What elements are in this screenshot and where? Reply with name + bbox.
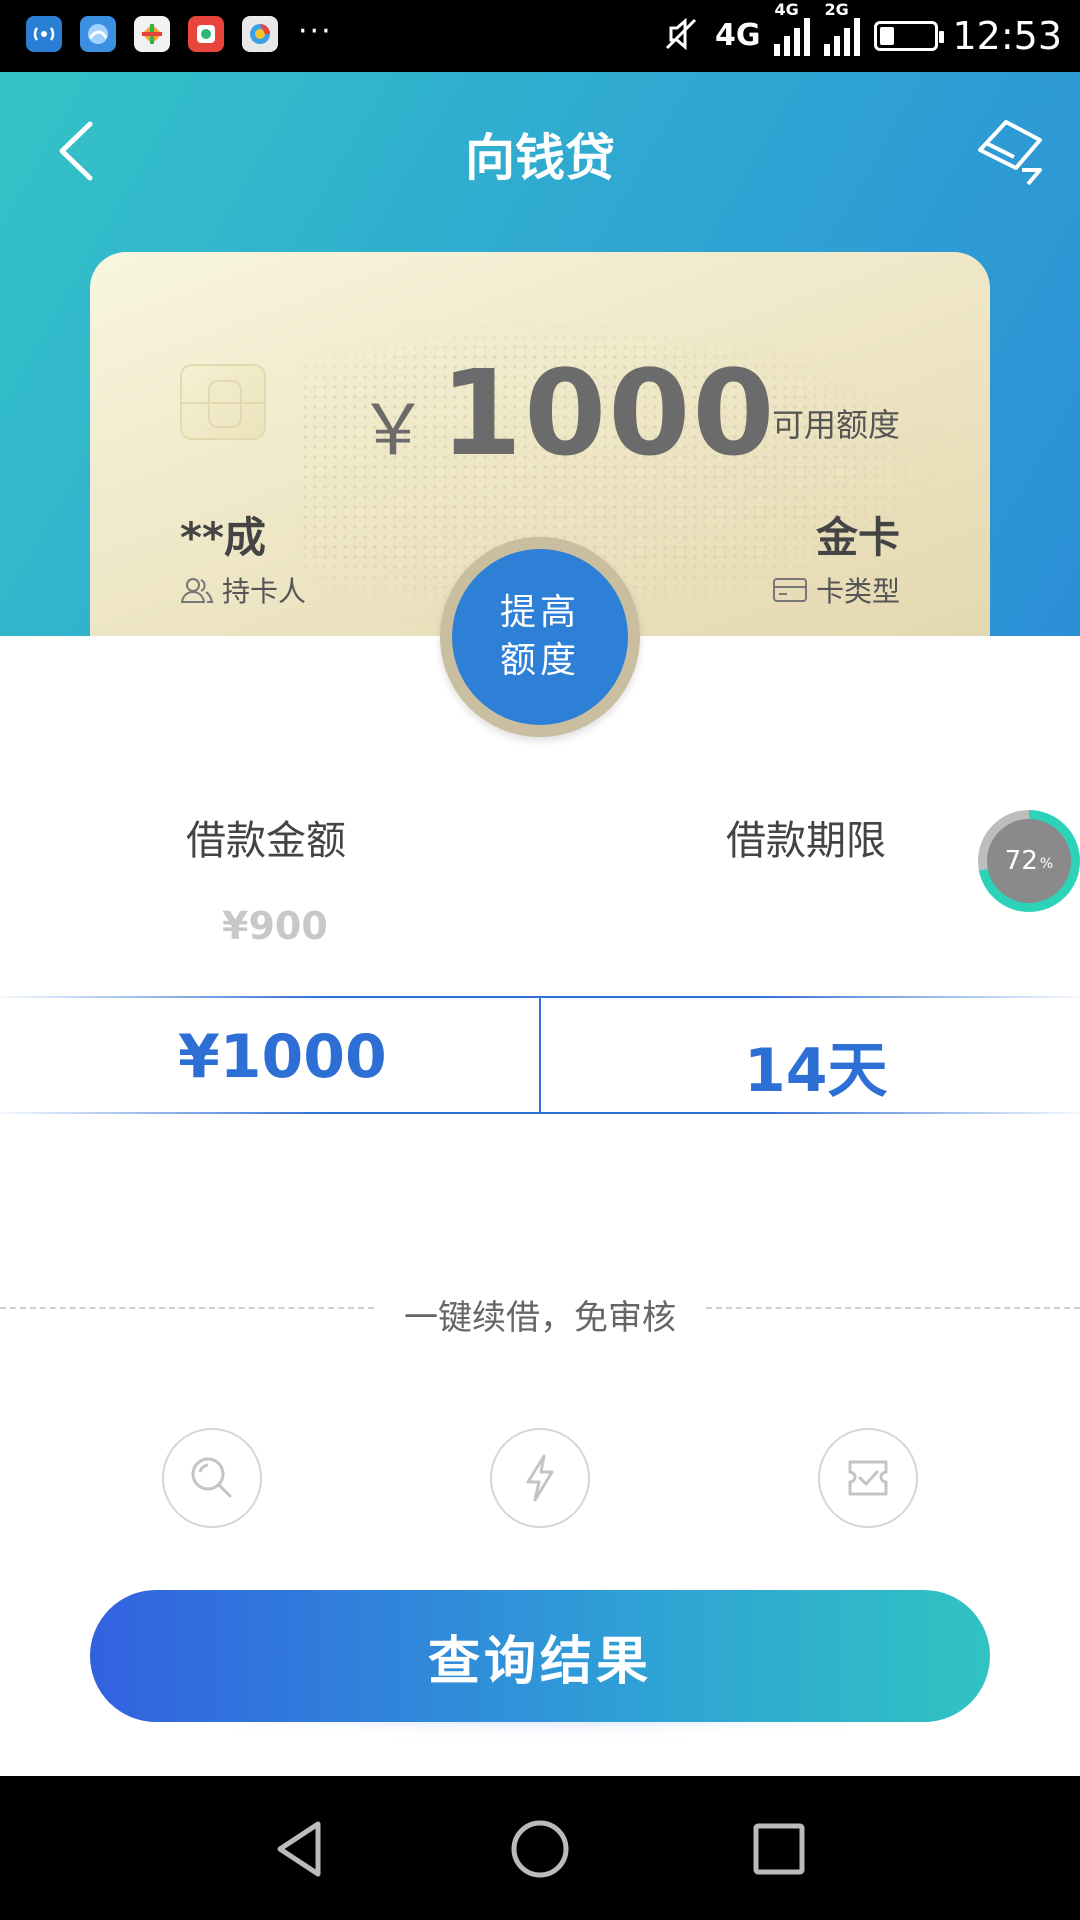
progress-unit: % [1039,856,1054,872]
lightning-icon [526,1454,554,1502]
signal-bars-icon [824,16,861,56]
clock: 12:53 [952,14,1062,58]
security-app-icon [242,16,278,52]
home-circle-icon [511,1820,569,1878]
triangle-back-icon [277,1821,321,1877]
feature-fast [490,1428,590,1528]
video-app-icon [188,16,224,52]
loan-term-picker[interactable]: 14天 [744,1022,888,1109]
loan-amount-title: 借款金额 [186,818,346,864]
picker-divider [539,998,541,1112]
amount-value: 1000 [440,344,777,482]
card-type-label: 卡类型 [815,575,900,608]
nav-recents-button[interactable] [744,1814,814,1884]
card-type-icon [772,578,807,602]
renew-text: 一键续借，免审核 [404,1298,676,1338]
sim2-network-label: 2G [824,0,849,19]
signal-sim1: 4G [774,2,811,56]
chip-icon [180,364,266,440]
raise-limit-label: 提高额度 [499,592,580,681]
check-ticket-icon [848,1460,888,1496]
more-notifications-icon: ··· [298,14,333,49]
available-amount: ￥ 1000 [358,344,776,482]
query-result-button[interactable]: 查询结果 [90,1590,990,1722]
status-indicators: 4G 4G 2G 12:53 [661,0,1062,72]
users-icon [180,578,214,603]
raise-limit-button[interactable]: 提高额度 [452,549,628,725]
system-nav-bar [0,1776,1080,1920]
battery-icon [874,21,945,51]
feature-search [162,1428,262,1528]
available-label: 可用额度 [771,406,900,444]
holder-name: **成 [180,513,266,562]
notification-icons [26,16,278,52]
holder-label: 持卡人 [222,575,307,608]
status-bar: ··· 4G 4G 2G 12:53 [0,0,1080,72]
game-app-icon [134,16,170,52]
progress-number: 72 [1004,846,1038,876]
loan-term-title: 借款期限 [726,818,886,864]
nav-back-button[interactable] [266,1814,336,1884]
mute-vibrate-icon [661,14,701,58]
card-type-label-row: 卡类型 [772,570,900,610]
holder-label-row: 持卡人 [180,570,306,610]
currency-symbol: ￥ [358,389,428,471]
card-type-name: 金卡 [815,513,900,562]
network-4g-label: 4G [714,18,761,53]
search-icon [191,1457,232,1498]
card-manage-button[interactable] [970,110,1050,190]
recents-square-icon [753,1823,805,1875]
progress-value: 72% [987,819,1071,903]
progress-widget[interactable]: 72% [978,810,1080,912]
signal-bars-icon [774,16,811,56]
nav-home-button[interactable] [505,1814,575,1884]
wireless-app-icon [26,16,62,52]
feature-approved [818,1428,918,1528]
sim1-network-label: 4G [774,0,799,19]
card-icon [978,120,1042,186]
picker-bottom-line [0,1112,1080,1114]
page-title: 向钱贷 [465,129,615,187]
signal-sim2: 2G [824,2,861,56]
loan-amount-option[interactable]: ¥900 [222,904,328,948]
browser-app-icon [80,16,116,52]
loan-amount-picker[interactable]: ¥1000 [178,1022,387,1092]
